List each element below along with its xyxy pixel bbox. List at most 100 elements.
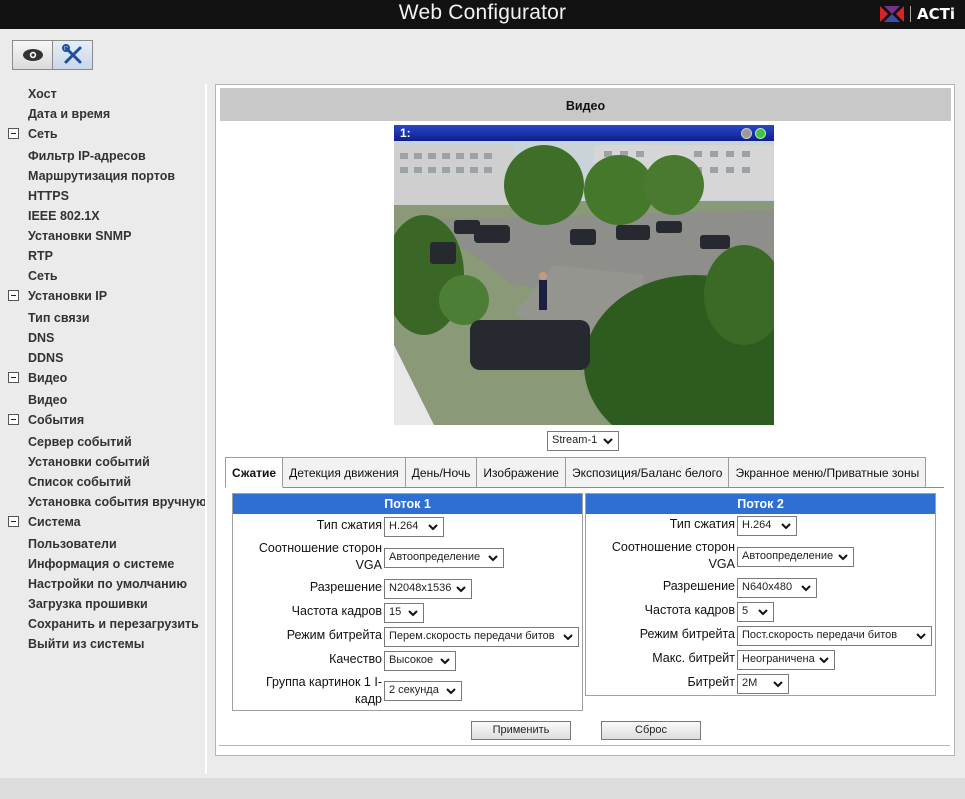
setting-label: Соотношение сторон VGA <box>258 541 382 572</box>
sidebar: Хост Дата и время Сеть Фильтр IP-адресов Мар… <box>4 84 207 774</box>
tab-2[interactable]: День/Ночь <box>405 457 478 488</box>
content-bottom-border <box>219 745 950 746</box>
channel-label: 1: <box>400 126 411 140</box>
collapse-toggle-icon[interactable] <box>8 128 19 139</box>
sidebar-item[interactable]: Сохранить и перезагрузить <box>28 617 199 631</box>
sidebar-item[interactable]: DNS <box>28 331 54 345</box>
setting-select[interactable]: N2048x1536 <box>384 579 472 599</box>
mode-switch <box>12 40 93 70</box>
setting-select[interactable]: Неограничена <box>737 650 835 670</box>
setting-select-value: Пост.скорость передачи битов <box>742 629 898 641</box>
setting-label: Разрешение <box>662 579 735 593</box>
settings-tabs: Сжатие Детекция движения День/Ночь Изображе… <box>225 457 927 488</box>
setting-select[interactable]: Пост.скорость передачи битов <box>737 626 932 646</box>
video-header: 1: <box>394 125 774 141</box>
setting-select-value: N2048x1536 <box>389 582 452 594</box>
stream-select-value: Stream-1 <box>552 434 598 446</box>
sidebar-group[interactable]: Видео <box>28 371 67 385</box>
setting-select[interactable]: 2M <box>737 674 789 694</box>
setting-select-value: 5 <box>742 605 749 617</box>
setting-select[interactable]: Автоопределение <box>384 548 504 568</box>
tab-0[interactable]: Сжатие <box>225 457 284 488</box>
collapse-toggle-icon[interactable] <box>8 516 19 527</box>
tab-4[interactable]: Экспозиция/Баланс белого <box>565 457 730 488</box>
chevron-down-icon <box>838 554 848 561</box>
setup-button[interactable] <box>52 41 92 69</box>
tabs-underline <box>225 487 944 488</box>
chevron-down-icon <box>428 524 438 531</box>
setting-select-value: Перем.скорость передачи битов <box>389 630 555 642</box>
sidebar-group[interactable]: Сеть <box>28 127 58 141</box>
video-preview: 1: <box>394 125 774 425</box>
sidebar-item[interactable]: Маршрутизация портов <box>28 169 175 183</box>
setting-select[interactable]: 2 секунда <box>384 681 462 701</box>
tab-5[interactable]: Экранное меню/Приватные зоны <box>729 457 927 488</box>
view-button[interactable] <box>13 41 52 69</box>
sidebar-group[interactable]: Система <box>28 515 81 529</box>
setting-select[interactable]: Автоопределение <box>737 547 854 567</box>
tab-1[interactable]: Детекция движения <box>283 457 406 488</box>
sidebar-item[interactable]: DDNS <box>28 351 63 365</box>
setting-select-value: Автоопределение <box>389 551 481 563</box>
sidebar-group[interactable]: События <box>28 413 84 427</box>
collapse-toggle-icon[interactable] <box>8 372 19 383</box>
collapse-toggle-icon[interactable] <box>8 290 19 301</box>
setting-select[interactable]: N640x480 <box>737 578 817 598</box>
setting-select-value: Автоопределение <box>742 550 834 562</box>
setting-select-value: H.264 <box>742 519 772 531</box>
camera-image <box>394 125 774 425</box>
setting-label: Режим битрейта <box>286 628 382 642</box>
setting-select-value: H.264 <box>389 520 419 532</box>
tab-3[interactable]: Изображение <box>477 457 566 488</box>
setting-select[interactable]: H.264 <box>737 516 797 536</box>
sidebar-item[interactable]: HTTPS <box>28 189 69 203</box>
sidebar-item[interactable]: Тип связи <box>28 311 90 325</box>
setting-select-value: Неограничена <box>742 653 815 665</box>
sidebar-item[interactable]: Список событий <box>28 475 131 489</box>
setting-select[interactable]: Высокое <box>384 651 456 671</box>
chevron-down-icon <box>446 688 456 695</box>
setting-select[interactable]: 5 <box>737 602 774 622</box>
sidebar-item[interactable]: Настройки по умолчанию <box>28 577 187 591</box>
setting-select[interactable]: H.264 <box>384 517 444 537</box>
chevron-down-icon <box>488 555 498 562</box>
sidebar-item[interactable]: RTP <box>28 249 53 263</box>
eye-icon <box>22 49 43 61</box>
video-minimize-icon[interactable] <box>741 128 752 139</box>
sidebar-item[interactable]: Установки SNMP <box>28 229 131 243</box>
setting-label: Тип сжатия <box>316 518 382 532</box>
sidebar-item[interactable]: Информация о системе <box>28 557 174 571</box>
sidebar-item[interactable]: Выйти из системы <box>28 637 144 651</box>
sidebar-group[interactable]: Установки IP <box>28 289 107 303</box>
collapse-toggle-icon[interactable] <box>8 414 19 425</box>
content-frame: Видео 1: Stream-1 Сжатие Детекция движен… <box>215 84 955 756</box>
sidebar-item[interactable]: Дата и время <box>28 107 110 121</box>
setting-label: Макс. битрейт <box>652 651 735 665</box>
setting-label: Разрешение <box>309 580 382 594</box>
setting-label: Частота кадров <box>291 604 382 618</box>
sidebar-item[interactable]: Видео <box>28 393 67 407</box>
sidebar-item[interactable]: Установки событий <box>28 455 150 469</box>
chevron-down-icon <box>456 586 466 593</box>
sidebar-item[interactable]: Загрузка прошивки <box>28 597 148 611</box>
video-status-icon[interactable] <box>755 128 766 139</box>
stream-select[interactable]: Stream-1 <box>547 431 619 451</box>
setting-select[interactable]: Перем.скорость передачи битов <box>384 627 579 647</box>
sidebar-item[interactable]: Фильтр IP-адресов <box>28 149 146 163</box>
logo-divider <box>910 6 911 22</box>
setting-select[interactable]: 15 <box>384 603 424 623</box>
acti-logo-icon <box>880 6 904 22</box>
sidebar-item[interactable]: IEEE 802.1X <box>28 209 100 223</box>
setting-select-value: 15 <box>389 606 402 618</box>
chevron-down-icon <box>773 681 783 688</box>
setting-select-value: 2 секунда <box>389 684 439 696</box>
sidebar-item[interactable]: Сервер событий <box>28 435 132 449</box>
sidebar-item[interactable]: Сеть <box>28 269 58 283</box>
sidebar-item[interactable]: Установка события вручную <box>28 495 207 509</box>
setting-label: Битрейт <box>687 675 735 689</box>
acti-logo: ACTi <box>880 4 955 24</box>
apply-button[interactable]: Применить <box>471 721 571 740</box>
sidebar-item[interactable]: Пользователи <box>28 537 117 551</box>
sidebar-item[interactable]: Хост <box>28 87 57 101</box>
reset-button[interactable]: Сброс <box>601 721 701 740</box>
